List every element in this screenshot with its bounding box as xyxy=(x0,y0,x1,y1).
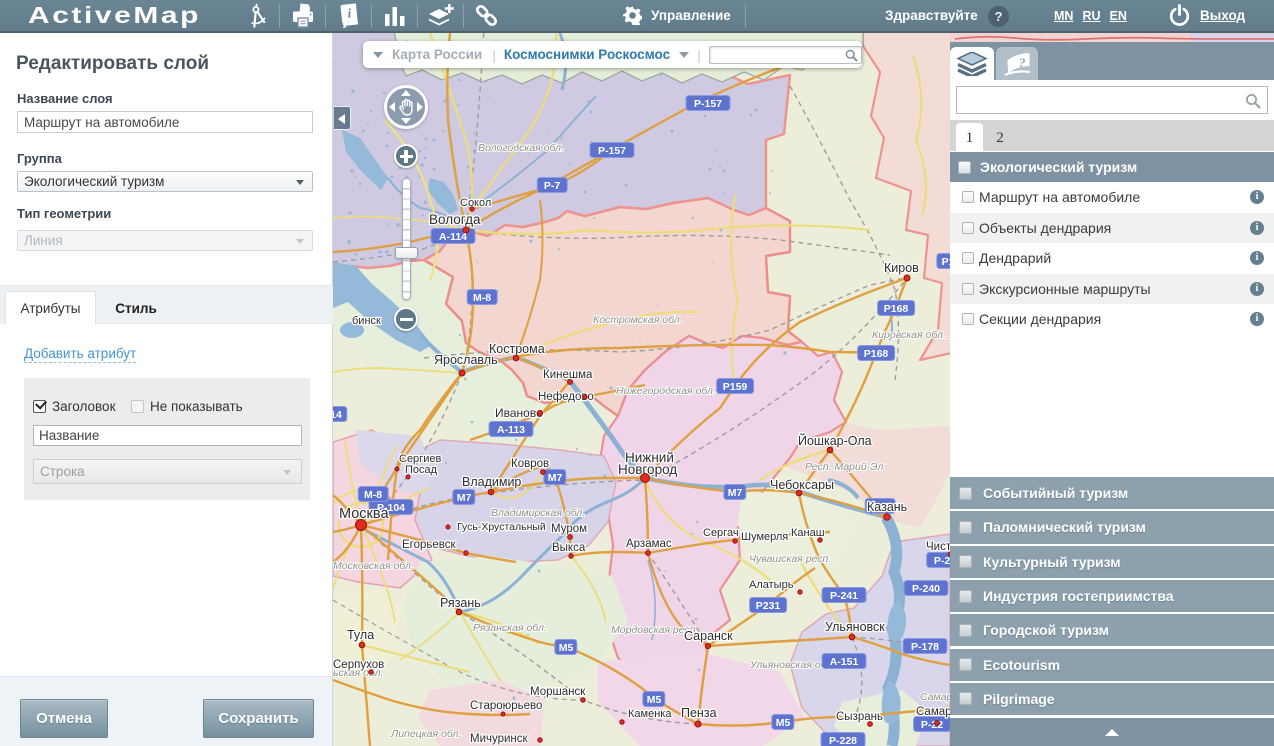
svg-text:Сокол: Сокол xyxy=(460,197,491,209)
svg-text:Посад: Посад xyxy=(405,464,438,476)
svg-text:Серпухов: Серпухов xyxy=(333,659,384,671)
svg-text:Моршанск: Моршанск xyxy=(530,686,586,698)
svg-text:Р-241: Р-241 xyxy=(830,590,858,602)
svg-text:Казань: Казань xyxy=(867,500,907,514)
svg-text:Р159: Р159 xyxy=(723,381,748,393)
svg-text:Р-22: Р-22 xyxy=(921,719,943,731)
svg-text:Кировская обл.: Кировская обл. xyxy=(872,329,946,341)
svg-text:Липецкая обл.: Липецкая обл. xyxy=(390,728,461,740)
svg-text:Гусь-Хрустальный: Гусь-Хрустальный xyxy=(457,521,546,533)
svg-text:Рязанская обл.: Рязанская обл. xyxy=(473,622,547,634)
svg-text:Чувашская респ.: Чувашская респ. xyxy=(749,553,831,565)
svg-text:Ульяновск: Ульяновск xyxy=(825,620,885,634)
svg-text:Ярославль: Ярославль xyxy=(434,353,498,367)
svg-text:М5: М5 xyxy=(776,717,791,729)
svg-text:Р-157: Р-157 xyxy=(598,145,626,157)
svg-text:Староюрьево: Староюрьево xyxy=(470,700,542,712)
svg-text:Вологодская обл.: Вологодская обл. xyxy=(478,142,564,154)
svg-text:М5: М5 xyxy=(559,642,574,654)
svg-text:Саранск: Саранск xyxy=(684,629,733,643)
svg-text:Выкса: Выкса xyxy=(552,542,586,554)
svg-text:?: ? xyxy=(1019,55,1026,70)
svg-text:Чебоксары: Чебоксары xyxy=(770,478,834,492)
svg-text:Мичуринск: Мичуринск xyxy=(470,733,529,745)
svg-text:Р-157: Р-157 xyxy=(694,98,722,110)
svg-text:Р-228: Р-228 xyxy=(829,735,857,746)
svg-text:Рязань: Рязань xyxy=(440,596,481,610)
svg-text:Киров: Киров xyxy=(884,261,919,275)
svg-text:Р-7: Р-7 xyxy=(544,180,561,192)
svg-text:А-151: А-151 xyxy=(830,656,859,668)
svg-text:А-113: А-113 xyxy=(497,424,525,436)
svg-text:Р-178: Р-178 xyxy=(911,641,939,653)
svg-text:Шумерля: Шумерля xyxy=(741,531,788,543)
svg-text:Р-240: Р-240 xyxy=(912,583,940,595)
svg-text:Алатырь: Алатырь xyxy=(749,579,794,591)
svg-text:14: 14 xyxy=(333,409,342,421)
svg-text:Респ. Марий-Эл: Респ. Марий-Эл xyxy=(805,461,883,473)
svg-text:бинск: бинск xyxy=(352,315,381,327)
svg-text:Вологда: Вологда xyxy=(429,212,481,227)
svg-text:Московская обл.: Московская обл. xyxy=(333,560,414,572)
svg-text:Владимир: Владимир xyxy=(462,475,521,489)
svg-text:Р168: Р168 xyxy=(864,348,889,360)
svg-text:Р231: Р231 xyxy=(756,600,781,612)
svg-text:М5: М5 xyxy=(647,694,662,706)
svg-text:Канаш: Канаш xyxy=(791,527,825,539)
svg-text:Ковров: Ковров xyxy=(511,458,549,470)
svg-text:М-8: М-8 xyxy=(473,292,491,304)
svg-text:Москва: Москва xyxy=(339,506,389,522)
svg-text:Пенза: Пенза xyxy=(681,706,717,720)
svg-text:Егорьевск: Егорьевск xyxy=(402,539,457,551)
svg-text:Арзамас: Арзамас xyxy=(626,538,672,550)
svg-text:Р168: Р168 xyxy=(884,303,909,315)
svg-text:М7: М7 xyxy=(548,472,563,484)
svg-text:А-114: А-114 xyxy=(439,231,467,243)
svg-text:Сызрань: Сызрань xyxy=(836,711,883,723)
svg-text:М-8: М-8 xyxy=(364,489,382,501)
svg-text:Чист: Чист xyxy=(926,541,952,553)
svg-text:Сергач: Сергач xyxy=(703,527,739,539)
svg-text:Нижегородская обл.: Нижегородская обл. xyxy=(616,385,716,397)
svg-text:Йошкар-Ола: Йошкар-Ола xyxy=(798,433,872,448)
svg-text:Кинешма: Кинешма xyxy=(543,369,593,381)
svg-text:М7: М7 xyxy=(728,487,743,499)
svg-text:М7: М7 xyxy=(457,492,472,504)
svg-text:Тула: Тула xyxy=(347,628,374,642)
svg-text:Каменка: Каменка xyxy=(628,708,672,720)
svg-text:Костромская обл.: Костромская обл. xyxy=(593,314,683,326)
svg-text:Муром: Муром xyxy=(551,523,587,535)
svg-text:Владимирская обл.: Владимирская обл. xyxy=(491,507,585,519)
svg-text:Иваново: Иваново xyxy=(495,406,543,420)
